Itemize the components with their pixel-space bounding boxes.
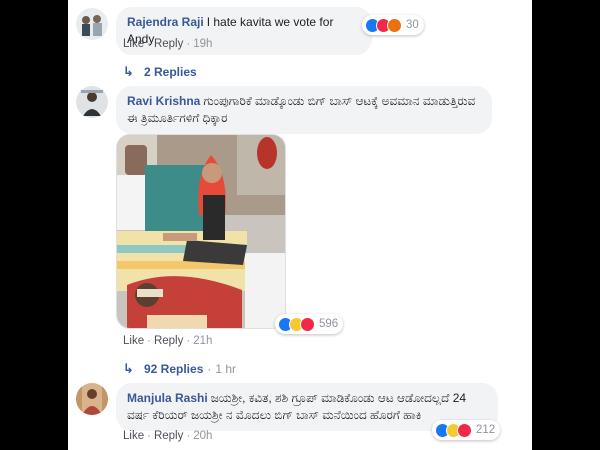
comment-timestamp[interactable]: 21h bbox=[193, 335, 212, 347]
comments-panel: Rajendra Raji I hate kavita we vote for A… bbox=[68, 0, 532, 450]
comment-actions: Like · Reply · 21h bbox=[123, 335, 213, 347]
avatar[interactable] bbox=[76, 86, 108, 118]
like-button[interactable]: Like bbox=[123, 335, 144, 347]
reaction-summary[interactable]: 212 bbox=[432, 420, 501, 440]
reaction-summary[interactable]: 30 bbox=[362, 15, 424, 35]
love-icon bbox=[457, 422, 472, 438]
comment-timestamp[interactable]: 20h bbox=[193, 430, 212, 442]
reaction-count: 596 bbox=[319, 318, 339, 330]
view-replies-link[interactable]: ↳ 92 Replies · 1 hr bbox=[123, 361, 236, 377]
comment-author[interactable]: Rajendra Raji bbox=[127, 15, 204, 29]
comment-timestamp[interactable]: 19h bbox=[193, 38, 212, 50]
reply-button[interactable]: Reply bbox=[154, 430, 183, 442]
like-button[interactable]: Like bbox=[123, 38, 144, 50]
replies-count[interactable]: 2 Replies bbox=[144, 65, 197, 79]
reply-button[interactable]: Reply bbox=[154, 335, 183, 347]
comment-author[interactable]: Ravi Krishna bbox=[127, 94, 200, 108]
replies-count[interactable]: 92 Replies bbox=[144, 362, 203, 376]
love-icon bbox=[300, 316, 315, 332]
comment-photo[interactable] bbox=[116, 134, 286, 329]
angry-icon bbox=[387, 17, 402, 33]
like-button[interactable]: Like bbox=[123, 430, 144, 442]
reply-arrow-icon: ↳ bbox=[123, 64, 134, 79]
view-replies-link[interactable]: ↳ 2 Replies bbox=[123, 64, 197, 80]
reaction-count: 212 bbox=[476, 424, 496, 436]
reply-arrow-icon: ↳ bbox=[123, 361, 134, 376]
avatar[interactable] bbox=[76, 383, 108, 415]
comment-author[interactable]: Manjula Rashi bbox=[127, 391, 208, 405]
comment-actions: Like · Reply · 19h bbox=[123, 38, 213, 50]
comment-actions: Like · Reply · 20h bbox=[123, 430, 213, 442]
reply-button[interactable]: Reply bbox=[154, 38, 183, 50]
reaction-summary[interactable]: 596 bbox=[275, 314, 344, 334]
comment-bubble: Ravi Krishna ಗುಂಪುಗಾರಿಕೆ ಮಾಡ್ಕೊಂಡು ಬಿಗ್ ಬ… bbox=[116, 86, 492, 134]
avatar[interactable] bbox=[76, 8, 108, 40]
replies-timestamp: 1 hr bbox=[215, 362, 237, 376]
reaction-count: 30 bbox=[406, 19, 419, 31]
replies-separator: · bbox=[207, 362, 212, 376]
